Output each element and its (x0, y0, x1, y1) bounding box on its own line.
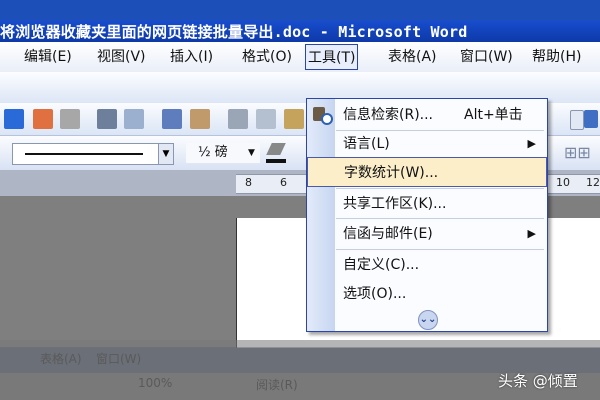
menu-item-customize[interactable]: 自定义(C)... (306, 250, 546, 280)
shortcut-text: Alt+单击 (464, 107, 523, 123)
menu-item-letters-mailings[interactable]: 信函与邮件(E) ▶ (306, 219, 546, 249)
title-bar-top-strip (0, 0, 600, 20)
menu-item-word-count[interactable]: 字数统计(W)... (307, 157, 547, 187)
ruler-number: 12 (586, 176, 600, 189)
help-icon[interactable] (584, 110, 598, 128)
double-chevron-down-icon[interactable]: ⌄⌄ (418, 310, 438, 330)
menu-window[interactable]: 窗口(W) (460, 42, 513, 72)
zoom-dropdown[interactable] (570, 110, 584, 130)
window-title: 将浏览器收藏夹里面的网页链接批量导出.doc - Microsoft Word (0, 23, 468, 41)
submenu-arrow-icon: ▶ (527, 227, 536, 240)
menu-help[interactable]: 帮助(H) (532, 42, 581, 72)
dim-overlay (0, 42, 305, 400)
menu-table[interactable]: 表格(A) (388, 42, 437, 72)
menu-item-research[interactable]: 信息检索(R)... Alt+单击 (306, 100, 546, 130)
menu-item-language[interactable]: 语言(L) ▶ (306, 129, 546, 159)
menu-item-shared-workspace[interactable]: 共享工作区(K)... (306, 189, 546, 219)
ruler-number: 10 (556, 176, 570, 189)
table-grid-icon[interactable]: ⊞⊞ (564, 143, 596, 163)
menu-item-options[interactable]: 选项(O)... (306, 279, 546, 309)
submenu-arrow-icon: ▶ (527, 137, 536, 150)
watermark: 头条 @倾置 (498, 372, 578, 390)
menu-tools[interactable]: 工具(T) (305, 44, 359, 70)
